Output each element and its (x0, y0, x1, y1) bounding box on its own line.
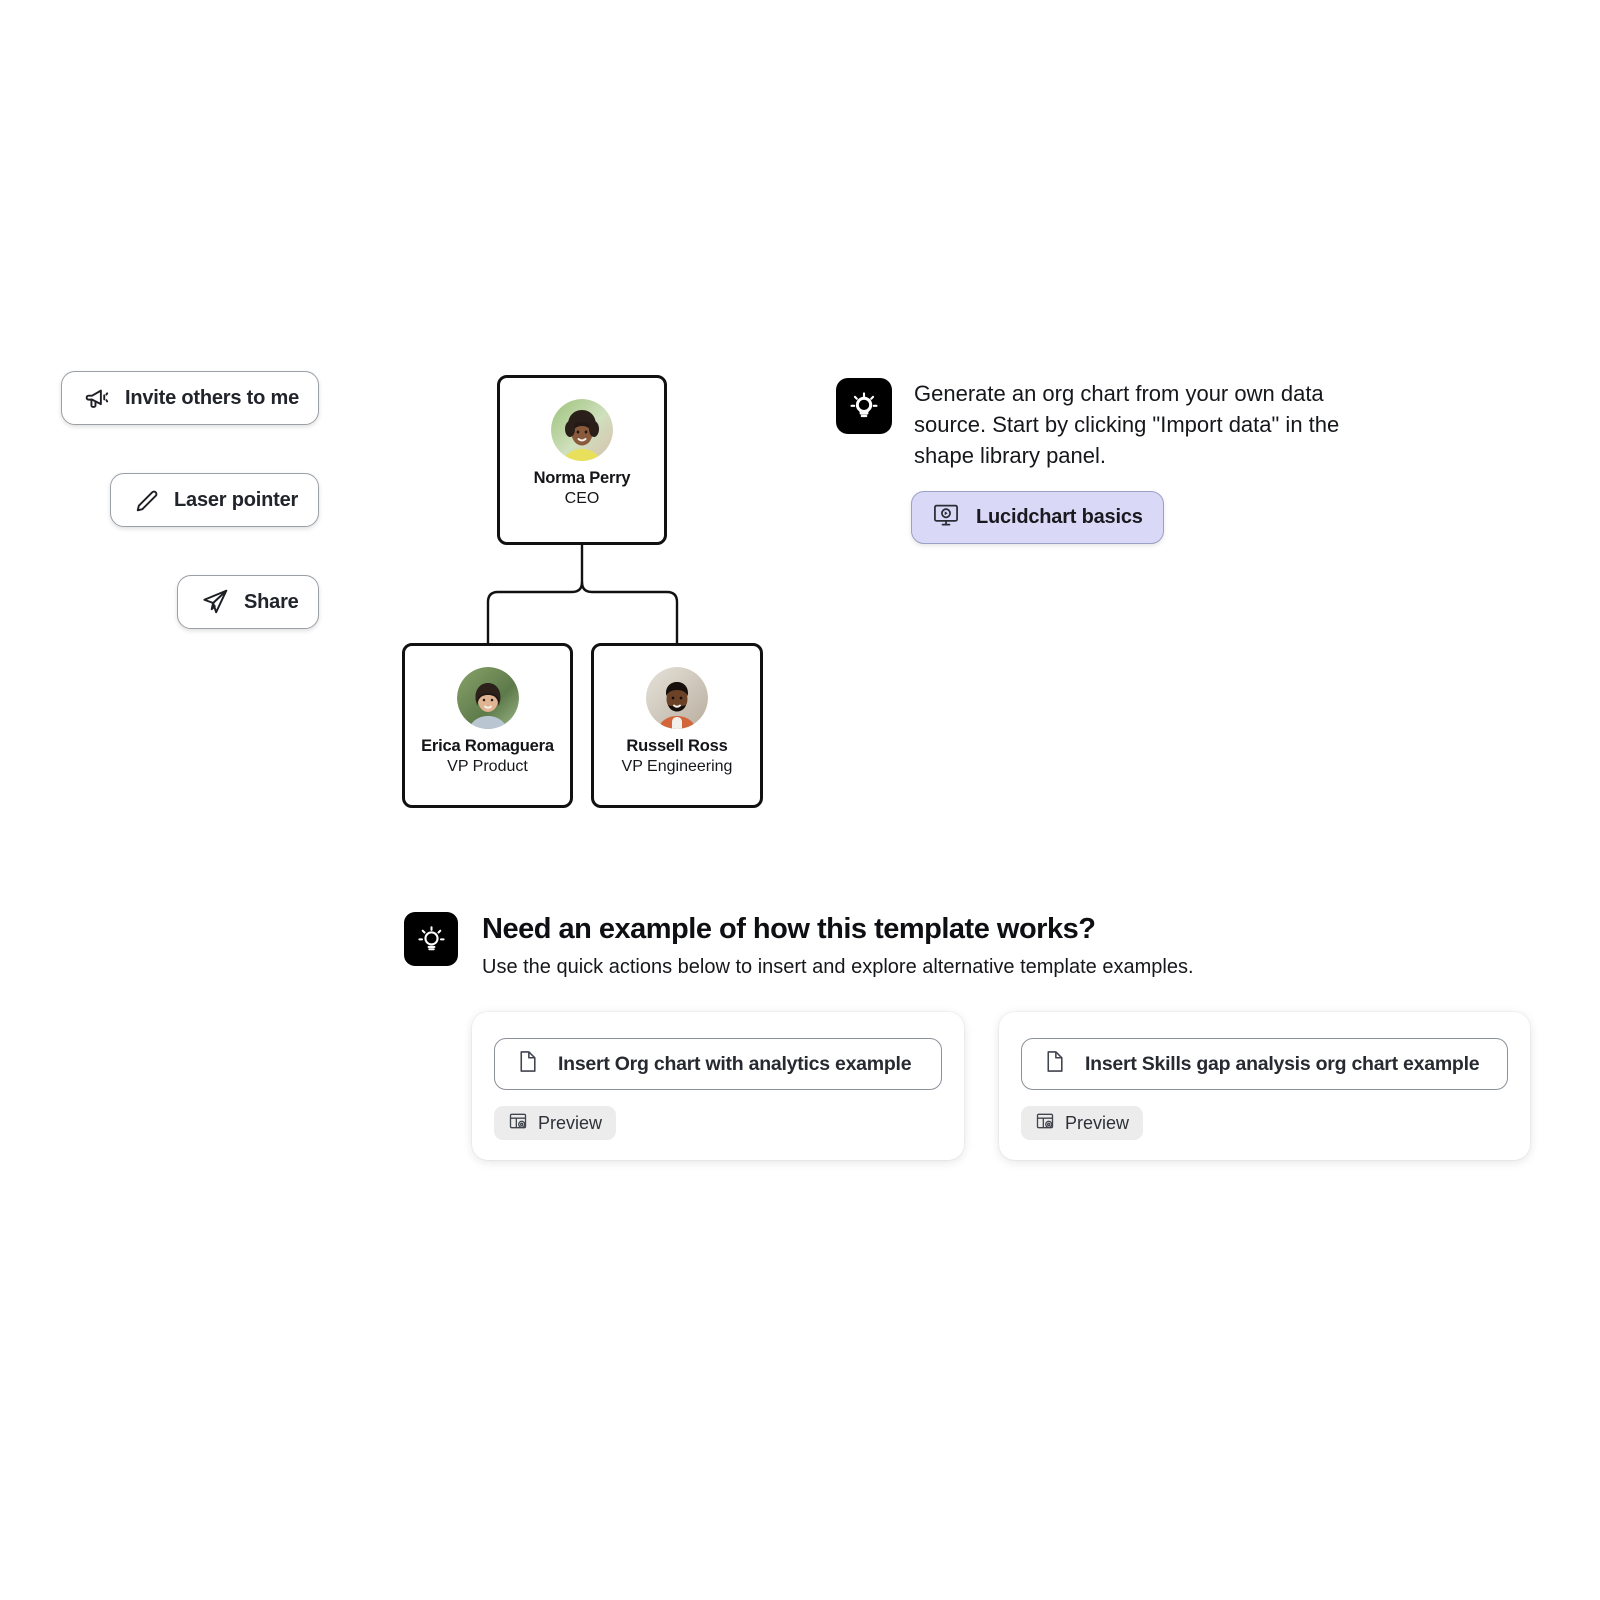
invite-others-button[interactable]: Invite others to me (61, 371, 319, 425)
invite-others-label: Invite others to me (125, 386, 300, 409)
avatar (456, 667, 519, 729)
examples-subtitle: Use the quick actions below to insert an… (482, 956, 1194, 978)
lucidchart-basics-button[interactable]: Lucidchart basics (911, 491, 1164, 544)
lucidchart-basics-label: Lucidchart basics (976, 506, 1143, 528)
example-card-org-analytics: Insert Org chart with analytics example … (472, 1012, 964, 1160)
video-monitor-icon (932, 501, 960, 534)
paper-plane-icon (200, 587, 230, 617)
example-card-skills-gap: Insert Skills gap analysis org chart exa… (999, 1012, 1530, 1160)
share-button[interactable]: Share (177, 575, 319, 629)
pen-icon (133, 487, 160, 514)
org-node-name: Russell Ross (626, 737, 728, 755)
laser-pointer-button[interactable]: Laser pointer (110, 473, 319, 527)
document-icon (515, 1049, 540, 1079)
insert-skills-gap-button[interactable]: Insert Skills gap analysis org chart exa… (1021, 1038, 1508, 1090)
org-node-vp-engineering[interactable]: Russell Ross VP Engineering (591, 643, 763, 808)
org-node-name: Erica Romaguera (421, 737, 554, 755)
document-icon (1042, 1049, 1067, 1079)
preview-label: Preview (538, 1112, 603, 1133)
preview-layout-icon (508, 1111, 528, 1136)
insert-org-chart-analytics-button[interactable]: Insert Org chart with analytics example (494, 1038, 942, 1090)
tip-callout: Generate an org chart from your own data… (836, 378, 1344, 471)
lightbulb-icon (404, 912, 458, 966)
laser-pointer-label: Laser pointer (174, 488, 299, 511)
org-node-ceo[interactable]: Norma Perry CEO (497, 375, 667, 545)
examples-header: Need an example of how this template wor… (404, 912, 1194, 980)
preview-chip[interactable]: Preview (494, 1106, 617, 1140)
org-node-title: VP Product (447, 758, 528, 775)
share-label: Share (244, 590, 299, 613)
megaphone-icon (84, 385, 111, 412)
preview-chip[interactable]: Preview (1021, 1106, 1144, 1140)
insert-button-label: Insert Org chart with analytics example (558, 1052, 912, 1075)
org-node-title: VP Engineering (621, 758, 733, 775)
preview-label: Preview (1065, 1112, 1130, 1133)
org-node-title: CEO (564, 490, 600, 507)
insert-button-label: Insert Skills gap analysis org chart exa… (1085, 1052, 1480, 1075)
examples-title: Need an example of how this template wor… (482, 913, 1096, 945)
org-chart: Norma Perry CEO Erica Romaguera VP Produ… (380, 360, 800, 830)
preview-layout-icon (1035, 1111, 1055, 1136)
tip-text: Generate an org chart from your own data… (914, 381, 1340, 468)
avatar (646, 667, 708, 729)
avatar (551, 399, 613, 461)
org-node-name: Norma Perry (533, 469, 631, 487)
lightbulb-icon (836, 378, 892, 434)
org-node-vp-product[interactable]: Erica Romaguera VP Product (402, 643, 573, 808)
